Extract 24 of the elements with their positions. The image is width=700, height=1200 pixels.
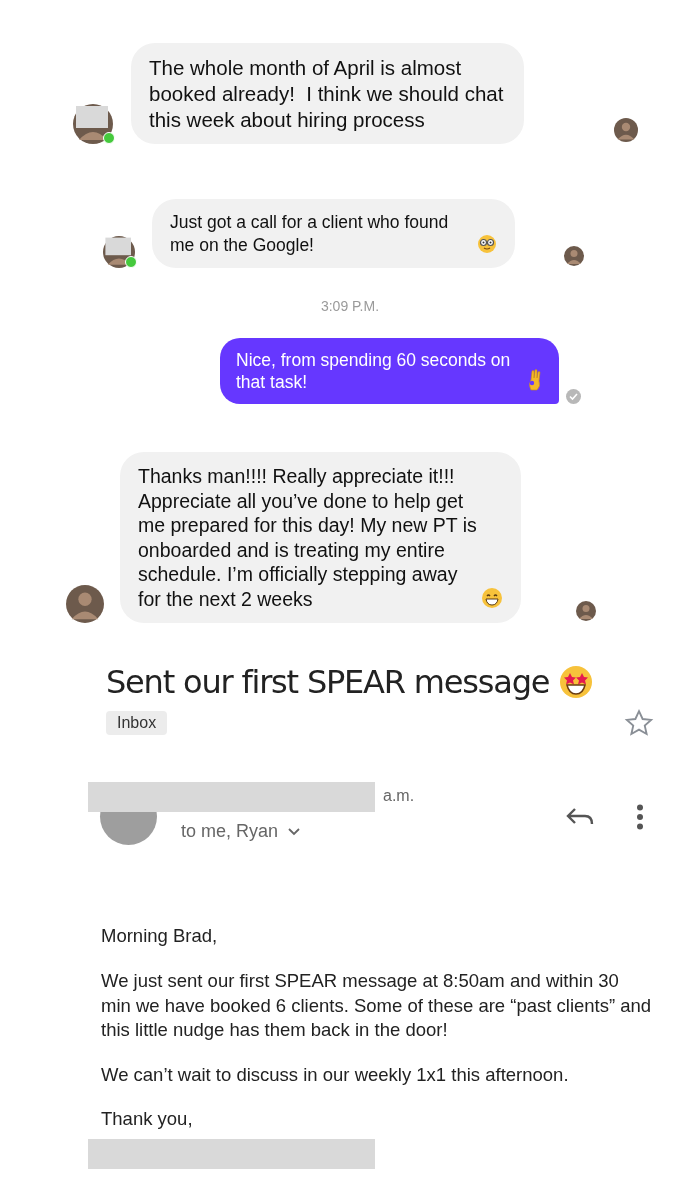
message-text: Just got a call for a client who found me on the Google!: [170, 211, 450, 256]
message-text: Thanks man!!!! Really appreciate it!!! Appreciate all you’ve done to help get me prepared for this day! My new PT is onboarded and is treating my entire schedule. I’m officially stepping away for the next 2 weeks: [138, 464, 477, 612]
nerd-face-icon: [477, 233, 497, 254]
email-paragraph: We just sent our first SPEAR message at 8:50am and within 30 min we have booked 6 clients. Some of these are “past clients” and this little nudge has them back in the door!: [101, 969, 652, 1043]
seen-avatar: [564, 245, 584, 266]
star-struck-face-icon: [559, 665, 594, 700]
email-paragraph: Morning Brad,: [101, 924, 219, 949]
message-text: Nice, from spending 60 seconds on that task!: [236, 348, 512, 393]
grinning-face-icon: [481, 587, 503, 610]
email-paragraph: We can’t wait to discuss in our weekly 1x1 this afternoon.: [101, 1062, 570, 1087]
email-time: a.m.: [383, 787, 415, 806]
seen-avatar: [614, 118, 638, 143]
ok-hand-icon: [527, 369, 543, 391]
message-text: The whole month of April is almost booked already! I think we should chat this week about hiring process: [149, 55, 505, 133]
more-options-icon[interactable]: [636, 804, 644, 831]
sender-avatar: [66, 585, 104, 624]
email-paragraph: Thank you,: [101, 1107, 194, 1132]
email-subject: Sent our first SPEAR message: [106, 663, 550, 702]
inbox-label[interactable]: Inbox: [106, 711, 168, 736]
timestamp: 3:09 P.M.: [319, 297, 381, 314]
recipients-text[interactable]: to me, Ryan: [181, 821, 279, 843]
chevron-down-icon[interactable]: [288, 827, 301, 836]
star-icon[interactable]: [624, 708, 654, 739]
seen-avatar: [576, 601, 596, 622]
